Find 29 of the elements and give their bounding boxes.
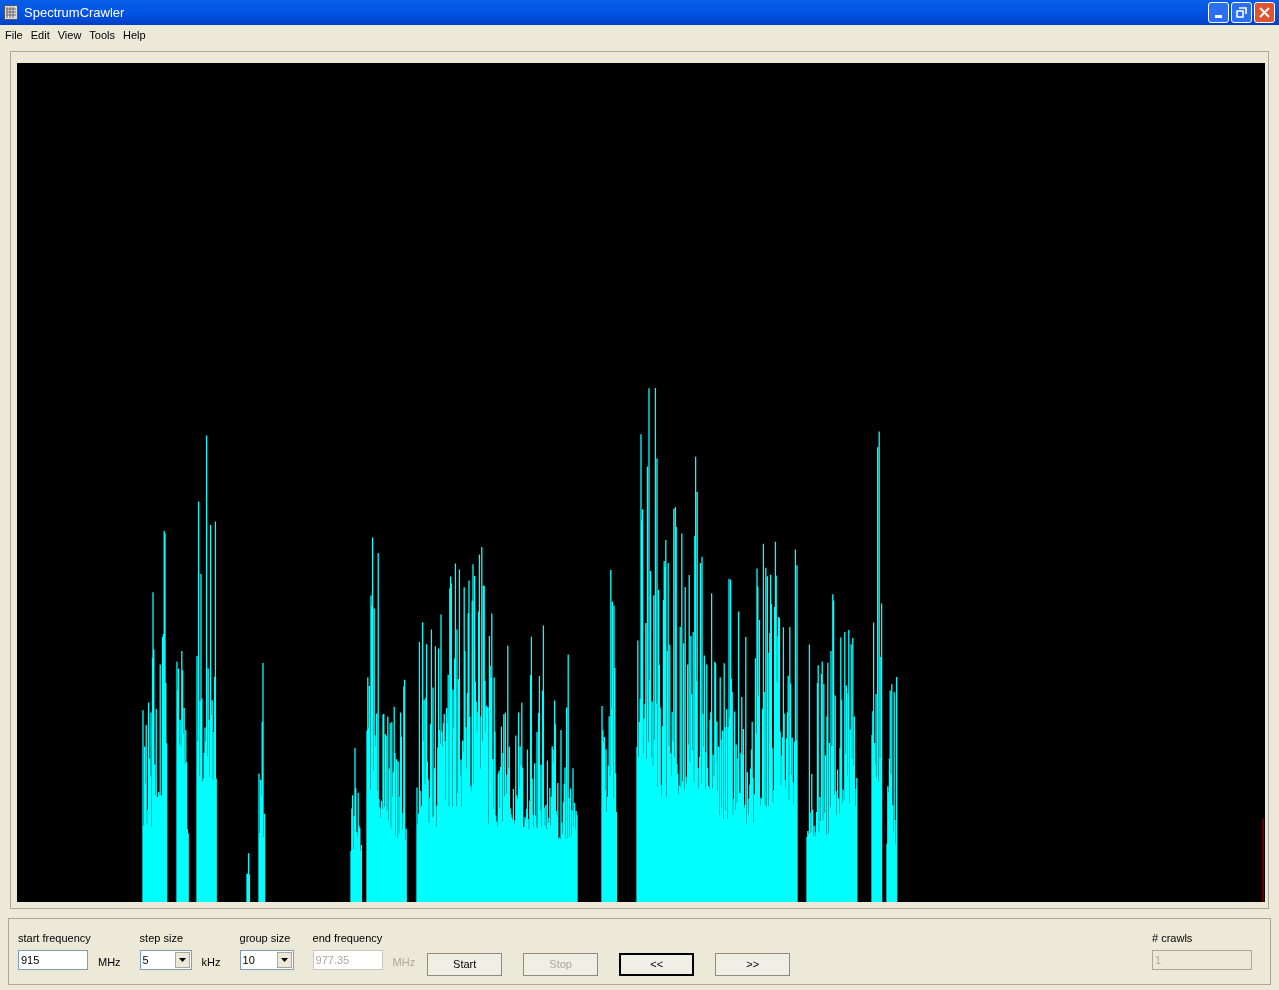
unit-label: MHz [98,954,121,970]
restore-icon [1236,7,1247,18]
minimize-icon [1215,15,1222,18]
field-label: step size [139,931,185,944]
action-button[interactable]: >> [715,953,791,976]
menu-item[interactable]: View [53,26,86,44]
app-icon [4,5,18,20]
menu-item[interactable]: File [1,26,27,44]
caret-icon [174,952,190,968]
restore-button[interactable] [1231,2,1252,23]
field-label: start frequency [18,931,92,944]
action-button[interactable]: << [619,953,695,976]
window-title: SpectrumCrawler [24,3,126,22]
close-button[interactable] [1254,2,1275,23]
menu-item[interactable]: Help [119,26,150,44]
close-icon [1259,7,1270,18]
caret-icon [276,952,292,968]
field-label: end frequency [312,931,384,944]
unit-label: MHz [392,954,416,970]
minimize-button[interactable] [1208,2,1229,23]
unit-label: kHz [201,954,221,970]
menu-item[interactable]: Edit [26,26,54,44]
field-label: # crawls [1152,931,1194,944]
dropdown[interactable]: 5 [139,950,192,970]
text-field[interactable]: 915 [18,950,88,970]
action-button[interactable]: Start [427,953,503,976]
menu-item[interactable]: Tools [85,26,120,44]
field-label: group size [239,931,292,944]
dropdown[interactable]: 10 [239,950,294,970]
